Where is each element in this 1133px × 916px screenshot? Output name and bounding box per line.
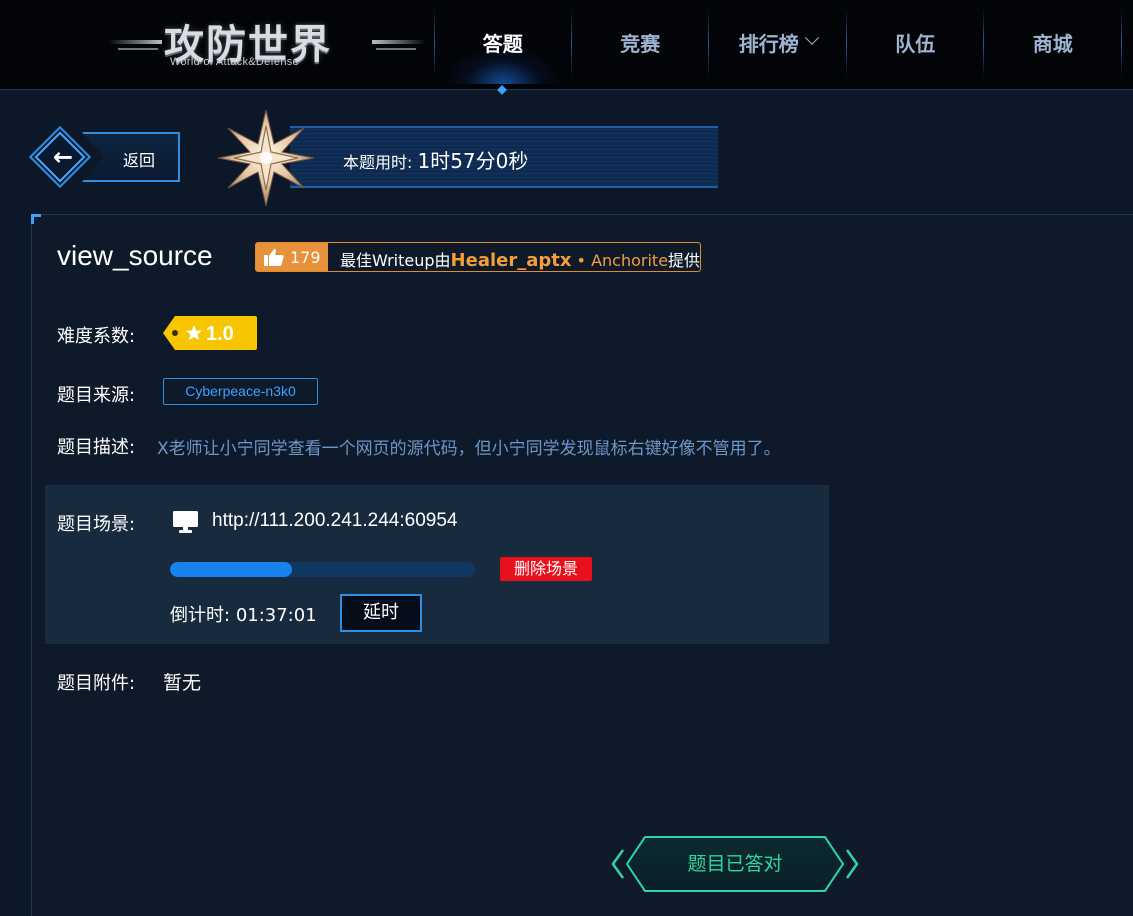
arrow-left-icon: ← xyxy=(52,143,74,171)
source-label: 题目来源: xyxy=(57,385,136,406)
writeup-badge[interactable]: 179 最佳Writeup由Healer_aptx • Anchorite提供 xyxy=(255,242,701,272)
solved-button[interactable]: 题目已答对 xyxy=(609,834,861,894)
scene-url-link[interactable]: http://111.200.241.244:60954 xyxy=(212,510,457,532)
like-button[interactable]: 179 xyxy=(256,243,328,271)
like-count: 179 xyxy=(290,247,321,267)
scene-progress-bar xyxy=(170,562,475,577)
panel-corner-accent xyxy=(31,214,41,224)
solved-button-label: 题目已答对 xyxy=(687,853,783,875)
main-nav: 答题 ◆ 竞赛 排行榜 队伍 商城 xyxy=(434,0,1122,95)
attachment-label: 题目附件: xyxy=(57,673,136,694)
attachment-value: 暂无 xyxy=(163,672,202,694)
countdown-value: 01:37:01 xyxy=(235,605,317,626)
writeup-author-link[interactable]: Healer_aptx xyxy=(451,250,572,271)
nav-item-shop[interactable]: 商城 xyxy=(984,0,1122,84)
writeup-text: 最佳Writeup由Healer_aptx • Anchorite提供 xyxy=(340,247,700,271)
timer-label: 本题用时: xyxy=(343,153,418,172)
active-indicator-icon: ◆ xyxy=(497,82,507,96)
writeup-team-link[interactable]: Anchorite xyxy=(591,251,668,270)
description-text: X老师让小宁同学查看一个网页的源代码，但小宁同学发现鼠标右键好像不管用了。 xyxy=(157,439,781,459)
writeup-suffix: 提供 xyxy=(668,251,701,270)
logo-wing-right xyxy=(372,40,426,44)
countdown: 倒计时: 01:37:01 xyxy=(170,601,317,627)
top-navbar: 攻防世界 World of Attack&Defense 答题 ◆ 竞赛 排行榜… xyxy=(0,0,1133,95)
back-button-label: 返回 xyxy=(123,151,156,170)
nav-item-label: 队伍 xyxy=(895,33,936,56)
timer-text: 本题用时: 1时57分0秒 xyxy=(343,145,528,174)
logo-wing-left-line xyxy=(118,48,158,50)
nav-item-label: 答题 xyxy=(482,33,523,56)
nav-divider xyxy=(434,8,435,78)
difficulty-tag: 1.0 xyxy=(163,316,257,350)
challenge-title: view_source xyxy=(57,240,213,271)
nav-item-label: 排行榜 xyxy=(738,33,799,56)
delete-scene-button[interactable]: 删除场景 xyxy=(500,557,592,581)
logo-wing-left xyxy=(108,40,162,44)
star-badge-icon xyxy=(217,109,315,207)
back-button[interactable]: ← 返回 xyxy=(28,125,182,189)
thumbs-up-icon xyxy=(264,248,284,266)
extend-time-button[interactable]: 延时 xyxy=(340,594,422,632)
scene-label: 题目场景: xyxy=(57,514,136,535)
nav-item-answer[interactable]: 答题 ◆ xyxy=(434,0,572,95)
nav-divider xyxy=(1120,8,1122,78)
logo-wing-right-line xyxy=(376,48,416,50)
difficulty-label: 难度系数: xyxy=(57,326,136,347)
nav-item-competition[interactable]: 竞赛 xyxy=(572,0,709,84)
difficulty-value: 1.0 xyxy=(206,323,234,345)
scene-progress-fill xyxy=(170,562,292,577)
source-tag[interactable]: Cyberpeace-n3k0 xyxy=(163,378,318,405)
nav-item-team[interactable]: 队伍 xyxy=(847,0,984,84)
writeup-separator: • xyxy=(571,251,592,270)
nav-item-label: 竞赛 xyxy=(620,33,661,56)
nav-item-label: 商城 xyxy=(1032,33,1073,56)
site-logo[interactable]: 攻防世界 World of Attack&Defense xyxy=(108,10,426,74)
countdown-label: 倒计时: xyxy=(170,605,231,626)
monitor-icon xyxy=(173,511,198,533)
timer-value: 1时57分0秒 xyxy=(417,149,529,173)
nav-item-leaderboard[interactable]: 排行榜 xyxy=(709,0,847,84)
description-label: 题目描述: xyxy=(57,437,136,458)
logo-subtitle: World of Attack&Defense xyxy=(170,56,299,68)
chevron-down-icon xyxy=(804,30,819,45)
writeup-prefix: 最佳Writeup由 xyxy=(340,251,451,270)
